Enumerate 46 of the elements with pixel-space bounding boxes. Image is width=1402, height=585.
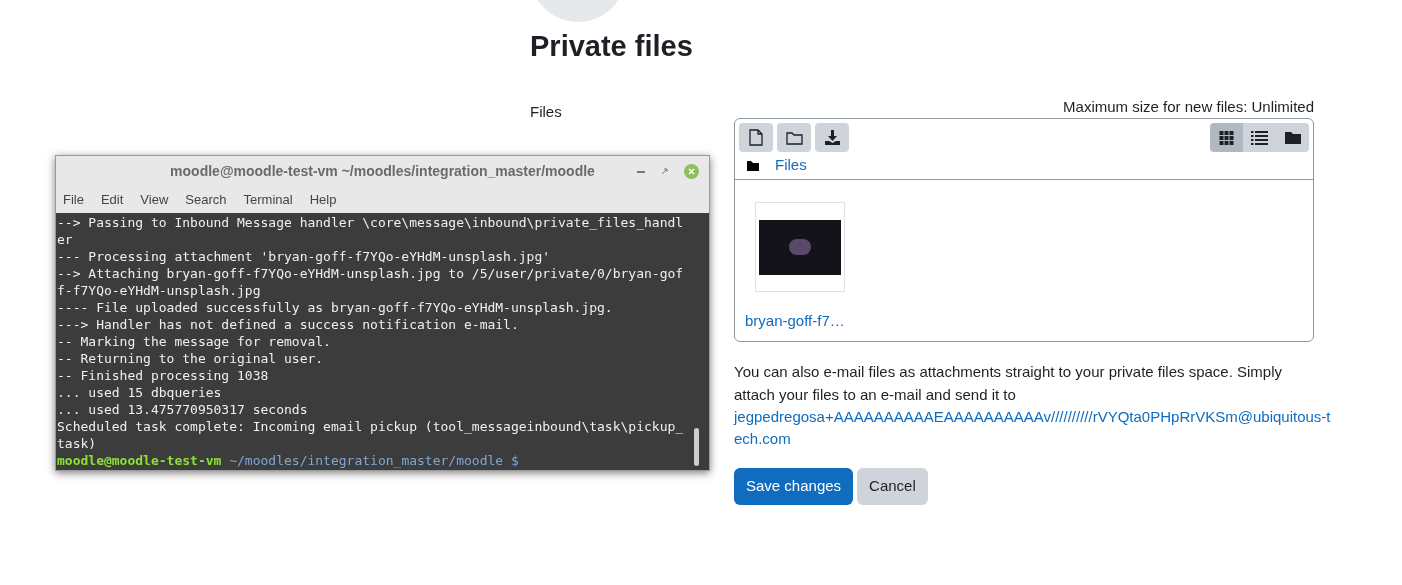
menu-item[interactable]: Edit <box>100 190 124 210</box>
menu-item[interactable]: Help <box>309 190 337 210</box>
file-icon <box>749 129 763 146</box>
max-size-text: Maximum size for new files: Unlimited <box>1063 98 1314 116</box>
folder-icon <box>1284 131 1301 144</box>
maximize-icon[interactable] <box>661 168 668 175</box>
save-button[interactable]: Save changes <box>734 467 854 505</box>
terminal-line: Scheduled task complete: Incoming email pickup (tool_messageinbound\task\pickup_task) <box>57 418 684 452</box>
page-title: Private files <box>530 29 694 64</box>
view-toggle[interactable] <box>1276 123 1309 152</box>
terminal-line: -- Returning to the original user. <box>57 350 325 367</box>
terminal-line: ... used 15 dbqueries <box>57 384 223 401</box>
cancel-button[interactable]: Cancel <box>857 467 928 505</box>
terminal-line: --- Processing attachment 'bryan-goff-f7YQo-eYHdM-unsplash.jpg' <box>57 248 552 265</box>
terminal-line: ---> Handler has not defined a success notification e-mail. <box>57 316 520 333</box>
file-button[interactable] <box>739 123 773 152</box>
email-instructions: You can also e-mail files as attachments straight to your private files space. Simply attach your files to an e-mail and send it to <box>734 361 1284 405</box>
thumbnail-frame[interactable] <box>755 202 845 292</box>
terminal-line: --> Attaching bryan-goff-f7YQo-eYHdM-unsplash.jpg to /5/user/private/0/bryan-goff-f7YQo-eYHdM-unsplash.jpg <box>57 265 684 299</box>
list-icon <box>1251 130 1268 145</box>
breadcrumb-link[interactable]: Files <box>775 154 807 177</box>
prompt-user: moodle@moodle-test-vm <box>57 452 222 469</box>
download-button[interactable] <box>815 123 849 152</box>
prompt-path: ~/moodles/integration_master/moodle $ <box>229 452 519 469</box>
download-icon <box>823 129 841 146</box>
terminal-line: ... used 13.475770950317 seconds <box>57 401 309 418</box>
terminal-line: -- Finished processing 1038 <box>57 367 270 384</box>
menu-item[interactable]: File <box>63 190 84 210</box>
email-link[interactable]: jegpedregosa+AAAAAAAAAAEAAAAAAAAAAv//////////rVYQta0PHpRrVKSm@ubiquitous-tech.com <box>734 405 1334 450</box>
folder-icon <box>785 130 803 145</box>
terminal-line: -- Marking the message for removal. <box>57 333 332 350</box>
field-label: Files <box>530 103 562 120</box>
scrollbar-thumb[interactable] <box>693 428 699 466</box>
window-title: moodle@moodle-test-vm ~/moodles/integration_master/moodle <box>170 162 595 181</box>
folder-icon <box>747 160 759 171</box>
menu-item[interactable]: View <box>140 190 169 210</box>
terminal-line: ---- File uploaded successfully as bryan-goff-f7YQo-eYHdM-unsplash.jpg. <box>57 299 614 316</box>
terminal-line: --> Passing to Inbound Message handler \core\message\inbound\private_files_handler <box>57 214 684 248</box>
menu-item[interactable]: Search <box>185 190 227 210</box>
view-toggle[interactable] <box>1210 123 1243 152</box>
menu-item[interactable]: Terminal <box>243 190 293 210</box>
minimize-icon[interactable] <box>637 170 645 173</box>
file-name-link[interactable]: bryan-goff-f7… <box>745 310 855 333</box>
grid-icon <box>1218 130 1235 145</box>
view-toggle[interactable] <box>1243 123 1276 152</box>
folder-button[interactable] <box>777 123 811 152</box>
